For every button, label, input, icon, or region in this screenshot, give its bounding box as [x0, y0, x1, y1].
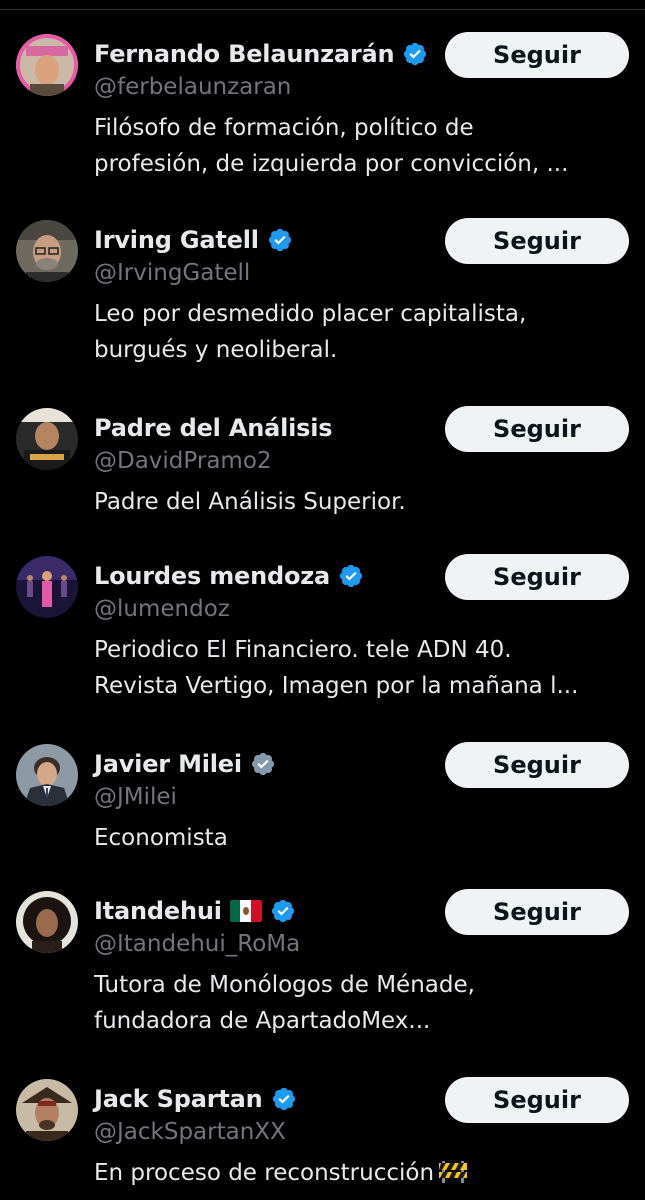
user-handle[interactable]: @ferbelaunzaran — [94, 74, 291, 100]
top-divider — [0, 0, 645, 10]
bio-line: En proceso de reconstrucción — [94, 1155, 629, 1191]
display-name[interactable]: Padre del Análisis — [94, 414, 333, 442]
bio-line-text: Padre del Análisis Superior. — [94, 489, 406, 515]
display-name[interactable]: Irving Gatell — [94, 226, 259, 254]
follow-button[interactable]: Seguir — [445, 406, 629, 452]
bio-line-text: Filósofo de formación, político de — [94, 115, 474, 141]
construction-barrier-icon — [434, 1160, 468, 1186]
bio-line-text: Leo por desmedido placer capitalista, — [94, 301, 527, 327]
name-line: Jack Spartan — [94, 1079, 297, 1119]
follow-button[interactable]: Seguir — [445, 889, 629, 935]
avatar-fernando-icon[interactable] — [16, 34, 78, 96]
bio-line: Filósofo de formación, político de — [94, 110, 629, 146]
bio-line-text: Periodico El Financiero. tele ADN 40. — [94, 637, 512, 663]
verified-badge-icon — [262, 898, 296, 924]
bio-line-text: Revista Vertigo, Imagen por la mañana l.… — [94, 673, 579, 699]
bio-line: Padre del Análisis Superior. — [94, 484, 629, 520]
user-handle[interactable]: @JMilei — [94, 784, 177, 810]
follow-button[interactable]: Seguir — [445, 218, 629, 264]
follow-button[interactable]: Seguir — [445, 1077, 629, 1123]
follow-button[interactable]: Seguir — [445, 742, 629, 788]
bio-line-text: Tutora de Monólogos de Ménade, — [94, 972, 475, 998]
display-name[interactable]: Jack Spartan — [94, 1085, 263, 1113]
user-bio: Leo por desmedido placer capitalista, bur… — [94, 296, 629, 368]
name-line: Itandehui — [94, 891, 296, 931]
mexico-flag-icon — [229, 900, 262, 922]
follow-button[interactable]: Seguir — [445, 32, 629, 78]
bio-line-text: profesión, de izquierda por convicción, … — [94, 151, 569, 177]
display-name[interactable]: Javier Milei — [94, 750, 242, 778]
bio-line: Economista — [94, 820, 629, 856]
follow-button[interactable]: Seguir — [445, 554, 629, 600]
name-line: Padre del Análisis — [94, 408, 333, 448]
display-name[interactable]: Itandehui — [94, 897, 222, 925]
verified-badge-icon — [242, 751, 276, 777]
verified-badge-icon — [263, 1086, 297, 1112]
avatar-jack-icon[interactable] — [16, 1079, 78, 1141]
bio-line: Tutora de Monólogos de Ménade, — [94, 967, 629, 1003]
bio-line-text: Economista — [94, 825, 228, 851]
user-handle[interactable]: @DavidPramo2 — [94, 448, 272, 474]
name-line: Lourdes mendoza — [94, 556, 364, 596]
name-line: Javier Milei — [94, 744, 276, 784]
name-line: Irving Gatell — [94, 220, 293, 260]
user-handle[interactable]: @lumendoz — [94, 596, 230, 622]
user-bio: Padre del Análisis Superior. — [94, 484, 629, 520]
user-handle[interactable]: @Itandehui_RoMa — [94, 931, 300, 957]
user-bio: En proceso de reconstrucción — [94, 1155, 629, 1191]
user-bio: Periodico El Financiero. tele ADN 40. Rev… — [94, 632, 629, 704]
bio-line-text: En proceso de reconstrucción — [94, 1160, 435, 1186]
bio-line: fundadora de ApartadoMex... — [94, 1003, 629, 1039]
bio-line-text: fundadora de ApartadoMex... — [94, 1008, 431, 1034]
user-handle[interactable]: @JackSpartanXX — [94, 1119, 286, 1145]
bio-line: Revista Vertigo, Imagen por la mañana l.… — [94, 668, 629, 704]
bio-line-text: burgués y neoliberal. — [94, 337, 338, 363]
display-name[interactable]: Lourdes mendoza — [94, 562, 330, 590]
user-bio: Economista — [94, 820, 629, 856]
name-line: Fernando Belaunzarán — [94, 34, 428, 74]
display-name[interactable]: Fernando Belaunzarán — [94, 40, 395, 68]
bio-line: Leo por desmedido placer capitalista, — [94, 296, 629, 332]
avatar-padre-icon[interactable] — [16, 408, 78, 470]
avatar-irving-icon[interactable] — [16, 220, 78, 282]
avatar-milei-icon[interactable] — [16, 744, 78, 806]
bio-line: burgués y neoliberal. — [94, 332, 629, 368]
avatar-itandehui-icon[interactable] — [16, 891, 78, 953]
verified-badge-icon — [394, 41, 428, 67]
user-bio: Tutora de Monólogos de Ménade, fundadora … — [94, 967, 629, 1039]
bio-line: Periodico El Financiero. tele ADN 40. — [94, 632, 629, 668]
user-handle[interactable]: @IrvingGatell — [94, 260, 250, 286]
user-bio: Filósofo de formación, político de profes… — [94, 110, 629, 182]
bio-line: profesión, de izquierda por convicción, … — [94, 146, 629, 182]
verified-badge-icon — [259, 227, 293, 253]
verified-badge-icon — [330, 563, 364, 589]
avatar-lourdes-icon[interactable] — [16, 556, 78, 618]
